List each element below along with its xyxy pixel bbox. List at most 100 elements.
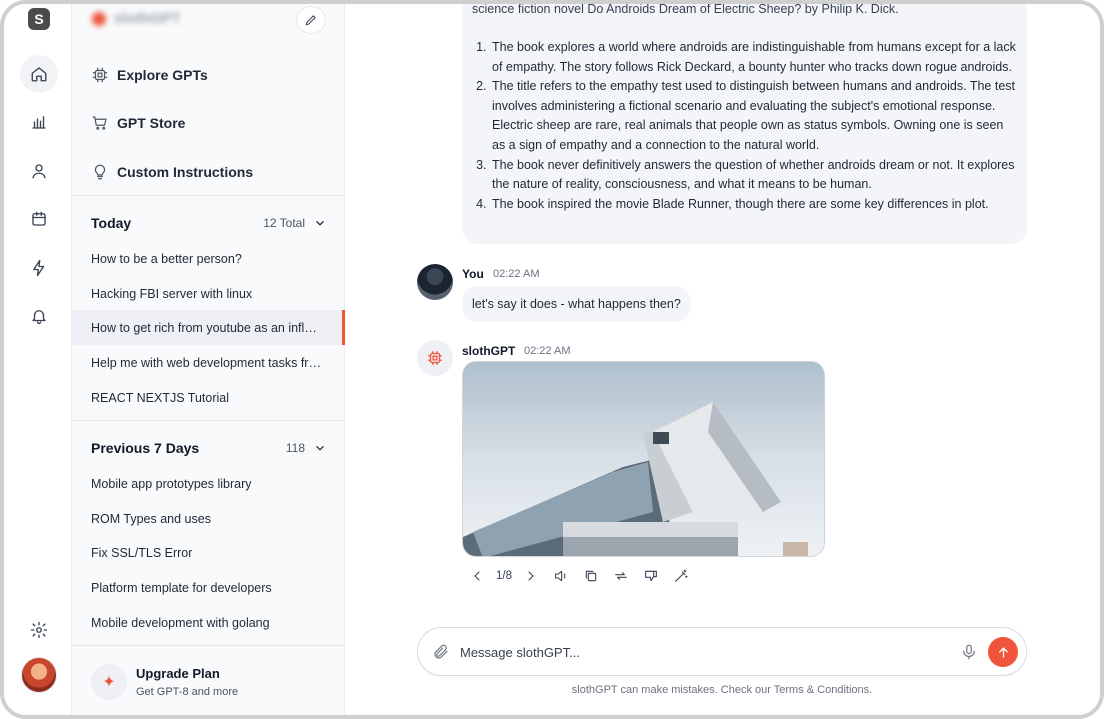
refresh-icon	[615, 572, 627, 580]
divider	[72, 195, 345, 196]
user-icon	[32, 164, 46, 179]
calendar-button[interactable]	[20, 200, 58, 238]
account-avatar[interactable]	[21, 657, 57, 693]
user-name: You	[462, 267, 484, 281]
bot-name: slothGPT	[462, 344, 516, 358]
paperclip-icon	[434, 644, 448, 659]
send-button[interactable]	[988, 637, 1018, 667]
chip-icon	[428, 351, 442, 365]
chip-icon	[92, 67, 108, 83]
speaker-icon	[555, 570, 566, 582]
arrow-up-icon	[998, 646, 1008, 658]
chevron-left-icon	[474, 571, 480, 581]
nav-explore-gpts[interactable]: Explore GPTs	[72, 55, 345, 95]
cart-icon	[92, 116, 107, 130]
previous-count-toggle[interactable]: 118	[286, 441, 327, 455]
message-composer	[417, 627, 1027, 676]
sidebar: slothGPT Explore GPTs GPT Store Custom I…	[72, 4, 345, 715]
magic-wand-icon	[675, 569, 688, 582]
settings-button[interactable]	[20, 611, 58, 649]
previous-section-header[interactable]: Previous 7 Days 118	[91, 436, 327, 460]
history-item[interactable]: Mobile app prototypes library	[72, 466, 345, 501]
actions-button[interactable]	[20, 249, 58, 287]
chevron-down-icon	[316, 220, 324, 226]
message-input[interactable]	[460, 641, 940, 663]
home-icon	[31, 67, 47, 82]
bell-icon	[32, 310, 46, 325]
bar-chart-icon	[32, 116, 46, 129]
message-toolbar: 1/8	[462, 564, 696, 588]
upgrade-subtitle: Get GPT-8 and more	[136, 686, 239, 698]
chevron-right-icon	[528, 571, 534, 581]
voice-input-button[interactable]	[960, 643, 978, 661]
list-item: The title refers to the empathy test use…	[490, 77, 1017, 155]
today-title: Today	[91, 215, 132, 231]
today-count: 12 Total	[263, 216, 305, 230]
bot-avatar	[417, 340, 453, 376]
new-chat-button[interactable]	[296, 6, 326, 34]
chevron-down-icon	[316, 445, 324, 451]
attach-button[interactable]	[432, 643, 450, 661]
nav-custom-instructions[interactable]: Custom Instructions	[72, 152, 345, 192]
history-item-active[interactable]: How to get rich from youtube as an influ…	[72, 310, 345, 345]
icon-rail: S	[4, 4, 72, 715]
pencil-icon	[305, 15, 316, 26]
bot-timestamp: 02:22 AM	[524, 345, 571, 357]
calendar-icon	[32, 211, 46, 226]
gear-icon	[30, 621, 48, 639]
dislike-button[interactable]	[636, 564, 666, 588]
building-image	[463, 362, 824, 556]
history-item[interactable]: Mobile development with golang	[72, 605, 345, 640]
chat-main: science fiction novel Do Androids Dream …	[345, 4, 1100, 715]
nav-label: Custom Instructions	[117, 164, 254, 180]
history-item[interactable]: Help me with web development tasks from …	[72, 345, 345, 380]
response-pager: 1/8	[496, 570, 512, 582]
bot-message-intro: science fiction novel Do Androids Dream …	[472, 2, 899, 16]
previous-count: 118	[285, 441, 305, 455]
copy-icon	[585, 570, 597, 582]
today-section-header[interactable]: Today 12 Total	[91, 211, 327, 235]
edit-image-button[interactable]	[666, 564, 696, 588]
brand-dot	[92, 12, 106, 26]
user-message-bubble: let's say it does - what happens then?	[462, 286, 691, 322]
previous-title: Previous 7 Days	[91, 440, 200, 456]
app-frame: S slothGPT Explore GPTs GPT Store Custom…	[0, 0, 1104, 719]
next-response-button[interactable]	[516, 564, 546, 588]
history-item[interactable]: Fix SSL/TLS Error	[72, 535, 345, 570]
list-item: The book inspired the movie Blade Runner…	[490, 195, 1017, 215]
lightning-icon	[33, 259, 45, 277]
user-timestamp: 02:22 AM	[493, 268, 540, 280]
list-item: The book never definitively answers the …	[490, 156, 1017, 195]
lightbulb-icon	[94, 164, 106, 180]
bot-message-list: The book explores a world where androids…	[472, 38, 1017, 214]
brand-name: slothGPT	[92, 10, 222, 28]
upgrade-plan-card[interactable]: ✦ Upgrade Plan Get GPT-8 and more	[72, 645, 345, 715]
microphone-icon	[963, 644, 975, 660]
nav-gpt-store[interactable]: GPT Store	[72, 103, 345, 143]
thumbs-down-icon	[645, 570, 657, 582]
sidebar-header: slothGPT	[72, 4, 345, 44]
regenerate-button[interactable]	[606, 564, 636, 588]
history-item[interactable]: Platform template for developers	[72, 570, 345, 605]
history-item[interactable]: How to be a better person?	[72, 241, 345, 276]
read-aloud-button[interactable]	[546, 564, 576, 588]
generated-image[interactable]	[462, 361, 825, 557]
today-count-toggle[interactable]: 12 Total	[263, 216, 327, 230]
analytics-button[interactable]	[20, 103, 58, 141]
nav-label: Explore GPTs	[117, 67, 208, 83]
copy-button[interactable]	[576, 564, 606, 588]
previous-response-button[interactable]	[462, 564, 492, 588]
history-item[interactable]: Hacking FBI server with linux	[72, 276, 345, 311]
notifications-button[interactable]	[20, 297, 58, 335]
history-item[interactable]: ROM Types and uses	[72, 501, 345, 536]
history-item[interactable]: REACT NEXTJS Tutorial	[72, 380, 345, 415]
list-item: The book explores a world where androids…	[490, 38, 1017, 77]
divider	[72, 420, 345, 421]
profile-button[interactable]	[20, 152, 58, 190]
app-logo[interactable]: S	[28, 8, 50, 30]
disclaimer-text: slothGPT can make mistakes. Check our Te…	[571, 684, 873, 696]
home-button[interactable]	[20, 55, 58, 93]
nav-label: GPT Store	[117, 115, 186, 131]
sparkle-icon: ✦	[91, 664, 127, 700]
bot-message-bubble: science fiction novel Do Androids Dream …	[462, 2, 1027, 244]
